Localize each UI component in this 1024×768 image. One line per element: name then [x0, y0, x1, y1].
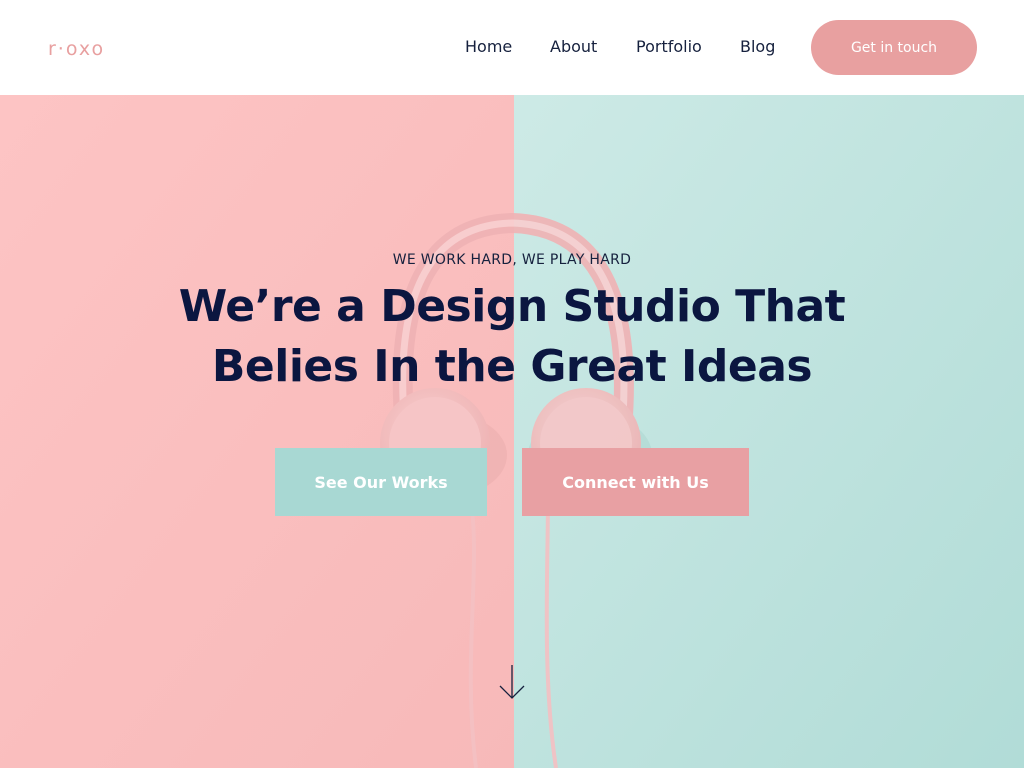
headline-line-1: We’re a Design Studio That — [178, 281, 846, 332]
headline-line-2: Belies In the Great Ideas — [211, 341, 813, 392]
nav-about[interactable]: About — [550, 36, 597, 58]
hero-section: WE WORK HARD, WE PLAY HARD We’re a Desig… — [0, 95, 1024, 768]
get-in-touch-button[interactable]: Get in touch — [811, 20, 977, 75]
logo[interactable]: r·oxo — [48, 36, 105, 62]
site-header: r·oxo Home About Portfolio Blog Get in t… — [0, 0, 1024, 95]
nav-blog[interactable]: Blog — [740, 36, 775, 58]
connect-with-us-button[interactable]: Connect with Us — [522, 448, 749, 516]
hero-eyebrow: WE WORK HARD, WE PLAY HARD — [392, 252, 632, 268]
see-our-works-button[interactable]: See Our Works — [275, 448, 487, 516]
hero-headline: We’re a Design Studio That Belies In the… — [112, 277, 912, 397]
arrow-down-icon[interactable] — [497, 663, 527, 701]
nav-home[interactable]: Home — [465, 36, 512, 58]
page: r·oxo Home About Portfolio Blog Get in t… — [0, 0, 1024, 768]
nav-portfolio[interactable]: Portfolio — [636, 36, 702, 58]
